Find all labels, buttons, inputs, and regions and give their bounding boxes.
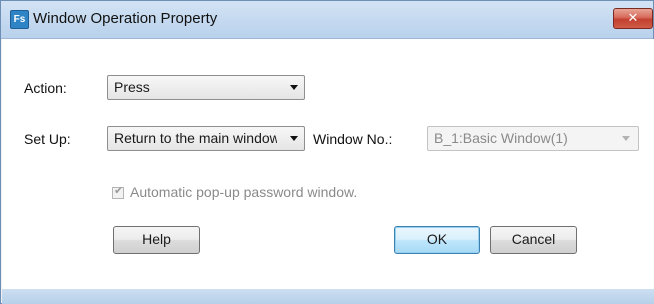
close-icon: ✕ bbox=[627, 11, 639, 26]
dialog-window: Fs Window Operation Property ✕ Action: P… bbox=[0, 0, 654, 304]
setup-dropdown[interactable]: Return to the main window bbox=[107, 126, 305, 151]
setup-value: Return to the main window bbox=[114, 130, 277, 146]
window-no-value: B_1:Basic Window(1) bbox=[434, 130, 568, 146]
chevron-down-icon bbox=[290, 136, 298, 141]
chevron-down-icon bbox=[622, 136, 630, 141]
window-bottom-frame bbox=[2, 289, 654, 304]
app-icon: Fs bbox=[10, 10, 29, 29]
window-title: Window Operation Property bbox=[33, 10, 218, 27]
window-no-dropdown[interactable]: B_1:Basic Window(1) bbox=[427, 126, 639, 151]
ok-button[interactable]: OK bbox=[394, 226, 480, 254]
window-no-label: Window No.: bbox=[313, 131, 393, 147]
chevron-down-icon bbox=[290, 85, 298, 90]
title-bar[interactable]: Fs Window Operation Property ✕ bbox=[1, 1, 653, 39]
action-dropdown[interactable]: Press bbox=[107, 75, 305, 100]
check-icon: ✔ bbox=[114, 184, 124, 197]
close-button[interactable]: ✕ bbox=[613, 8, 653, 29]
setup-label: Set Up: bbox=[24, 131, 71, 147]
auto-popup-checkbox[interactable]: ✔ bbox=[112, 184, 124, 199]
action-label: Action: bbox=[24, 80, 67, 96]
auto-popup-label: Automatic pop-up password window. bbox=[130, 184, 358, 200]
action-value: Press bbox=[114, 79, 150, 95]
help-button[interactable]: Help bbox=[113, 226, 200, 254]
cancel-button[interactable]: Cancel bbox=[490, 226, 577, 254]
